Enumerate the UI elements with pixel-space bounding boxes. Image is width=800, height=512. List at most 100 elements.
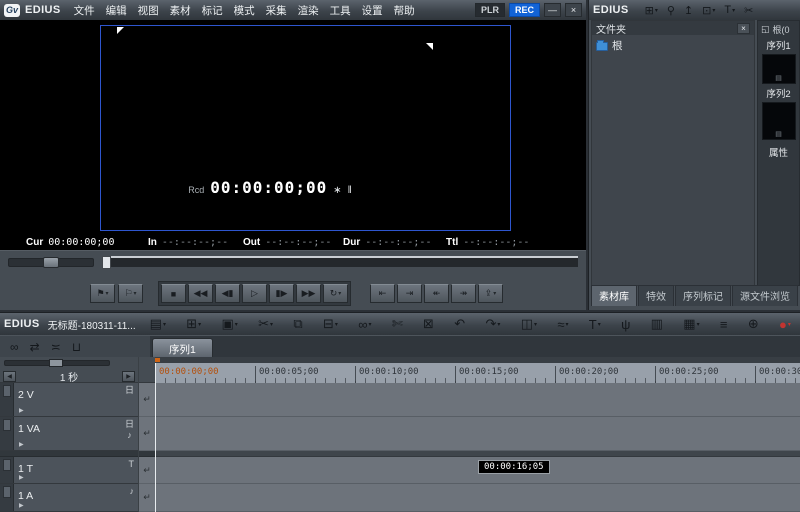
scale-left-button[interactable]: ◀ [3,371,16,382]
layout-button[interactable]: ▦▾ [683,316,699,332]
search-button[interactable]: ⚲ [667,4,675,17]
plr-mode-button[interactable]: PLR [475,3,505,17]
timeline-ruler[interactable]: 00:00:00;00 00:00:05;00 00:00:10;00 00:0… [155,357,800,383]
track-sync-toggle-1a[interactable]: ↵ [139,484,155,512]
stop-button[interactable]: ■ [161,284,186,303]
tab-source-browser[interactable]: 源文件浏览 [732,285,798,306]
cut-button[interactable]: ✂ [744,4,753,17]
menu-capture[interactable]: 采集 [261,1,292,20]
jog-handle[interactable] [43,257,59,268]
tab-sequence-marker[interactable]: 序列标记 [675,285,731,306]
set-out-button[interactable]: ⚐▾ [118,284,143,303]
link-mode-icon[interactable]: ∞ [10,340,19,354]
jog-slider[interactable] [8,258,94,267]
track-lane-1va[interactable] [155,417,800,451]
menu-mode[interactable]: 模式 [229,1,260,20]
export-record-button[interactable]: ●▾ [779,317,791,332]
track-sync-toggle-1t[interactable]: ↵ [139,457,155,484]
menu-render[interactable]: 渲染 [293,1,324,20]
menu-clip[interactable]: 素材 [165,1,196,20]
play-button[interactable]: ▷ [242,284,267,303]
track-header-1t[interactable]: 1 T ▶ T [0,457,138,484]
new-sequence-button[interactable]: ▤▾ [150,316,166,332]
goto-in-button[interactable]: ⇤ [370,284,395,303]
expand-track-icon[interactable]: ▶ [19,474,24,481]
up-level-button[interactable]: ↥ [684,4,693,17]
ripple-mode-icon[interactable]: ≍ [51,340,61,354]
paste-button[interactable]: ⊟▾ [323,316,338,332]
track-header-2v[interactable]: 2 V ▶ 日 [0,383,138,417]
copy-button[interactable]: ⧉ [293,316,302,332]
track-patch[interactable] [0,457,14,483]
close-button[interactable]: × [565,3,582,17]
goto-out-button[interactable]: ⇥ [397,284,422,303]
clip-label-sequence2[interactable]: 序列2 [766,86,790,100]
title-button[interactable]: T▾ [589,317,601,332]
menu-settings[interactable]: 设置 [357,1,388,20]
tab-effects[interactable]: 特效 [638,285,674,306]
scale-right-button[interactable]: ▶ [122,371,135,382]
playhead-marker[interactable] [155,358,160,362]
add-transition-button[interactable]: ◫▾ [521,316,537,332]
menu-file[interactable]: 文件 [69,1,100,20]
menu-marker[interactable]: 标记 [197,1,228,20]
audio-crossfade-button[interactable]: ≈▾ [557,317,568,332]
menu-view[interactable]: 视图 [133,1,164,20]
insert-mode-icon[interactable]: ⊔ [72,340,81,354]
frame-forward-button[interactable]: ▮▶ [269,284,294,303]
folder-tree-item-root[interactable]: 根 [596,38,750,53]
tab-sequence1[interactable]: 序列1 [152,338,213,357]
replace-button[interactable]: ∞▾ [358,317,371,332]
settings-button[interactable]: ⊕ [748,316,759,332]
open-project-button[interactable]: ⊞▾ [186,316,201,332]
track-sync-toggle-1va[interactable]: ↵ [139,417,155,451]
sync-mode-icon[interactable]: ⇄ [30,340,40,354]
minimize-button[interactable]: — [544,3,561,17]
tab-asset-library[interactable]: 素材库 [591,285,637,306]
audio-mute-icon[interactable]: ♪ [125,430,134,440]
track-sync-toggle-2v[interactable]: ↵ [139,383,155,417]
expand-track-icon[interactable]: ▶ [19,407,24,414]
track-patch[interactable] [0,484,14,511]
title-track-icon[interactable]: T [129,459,135,469]
ripple-cut-button[interactable]: ✄ [392,316,403,332]
track-lane-2v[interactable] [155,383,800,417]
zoom-slider[interactable] [4,360,110,366]
undo-button[interactable]: ↶ [454,316,465,332]
position-bar[interactable] [102,256,578,267]
redo-button[interactable]: ↷▾ [485,316,500,332]
prev-edit-button[interactable]: ↞ [424,284,449,303]
set-in-button[interactable]: ⚑▾ [90,284,115,303]
frame-back-button[interactable]: ◀▮ [215,284,240,303]
timecode-scale[interactable]: 00:00:00;00 00:00:05;00 00:00:10;00 00:0… [155,363,800,383]
time-scale-value[interactable]: 1 秒 [19,369,119,384]
track-patch[interactable] [0,417,14,450]
clip-thumbnail-sequence2[interactable]: ▤ [762,102,796,140]
menu-tools[interactable]: 工具 [325,1,356,20]
play-around-button[interactable]: ↻▾ [323,284,348,303]
cut-button[interactable]: ✂▾ [258,316,273,332]
menu-edit[interactable]: 编辑 [101,1,132,20]
expand-track-icon[interactable]: ▶ [19,502,24,509]
save-project-button[interactable]: ▣▾ [222,316,238,332]
track-lane-1a[interactable] [155,484,800,512]
multicam-button[interactable]: ▥ [651,316,663,332]
video-mute-icon[interactable]: 日 [125,419,134,429]
fast-forward-button[interactable]: ▶▶ [296,284,321,303]
playhead-line[interactable] [155,363,156,512]
next-edit-button[interactable]: ↠ [451,284,476,303]
expand-track-icon[interactable]: ▶ [19,441,24,448]
folder-panel-close-button[interactable]: × [737,23,750,34]
clip-thumbnail-sequence1[interactable]: ▤ [762,54,796,84]
track-patch[interactable] [0,383,14,416]
audio-mute-icon[interactable]: ♪ [130,486,135,496]
import-button[interactable]: ⊡▾ [702,4,715,17]
voiceover-button[interactable]: ψ [621,317,630,332]
delete-button[interactable]: ⊠ [423,316,434,332]
track-header-1va[interactable]: 1 VA ▶ 日 ♪ [0,417,138,451]
track-header-1a[interactable]: 1 A ▶ ♪ [0,484,138,512]
view-mode-icon[interactable]: ◱ [761,24,770,35]
rec-mode-button[interactable]: REC [509,3,540,17]
menu-help[interactable]: 帮助 [389,1,420,20]
video-mute-icon[interactable]: 日 [125,385,134,395]
